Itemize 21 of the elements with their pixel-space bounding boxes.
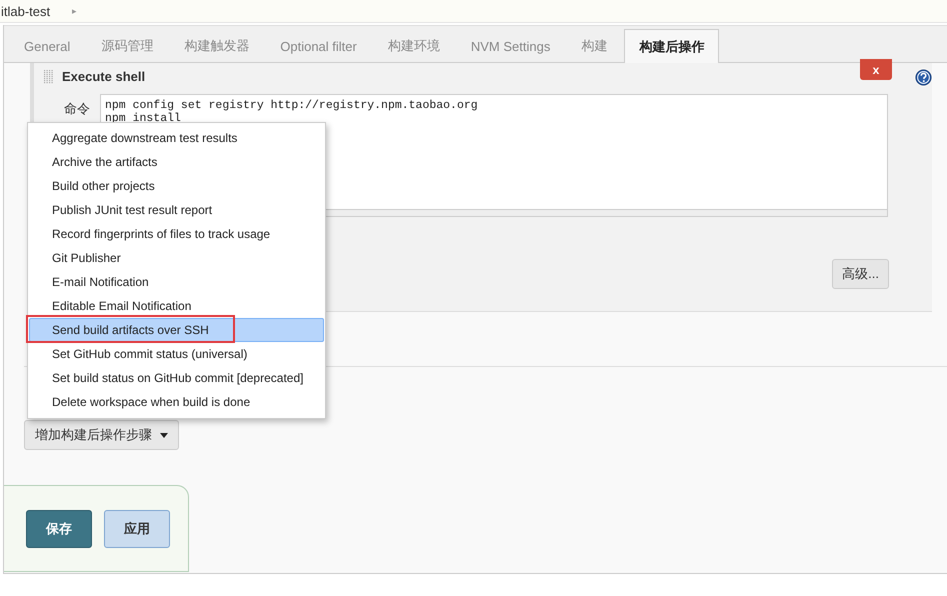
advanced-button[interactable]: 高级...	[832, 259, 889, 289]
command-label: 命令	[63, 100, 90, 118]
menu-item[interactable]: E-mail Notification	[29, 270, 324, 294]
menu-item[interactable]: Send build artifacts over SSH	[29, 318, 324, 342]
drag-handle-icon[interactable]	[44, 70, 54, 84]
step-title: Execute shell	[62, 69, 146, 84]
help-icon[interactable]	[915, 69, 932, 86]
menu-item[interactable]: Git Publisher	[29, 246, 324, 270]
menu-item[interactable]: Set build status on GitHub commit [deprecated]	[29, 366, 324, 390]
tab[interactable]: 构建后操作	[624, 29, 720, 63]
caret-icon	[160, 432, 168, 438]
menu-item[interactable]: Delete workspace when build is done	[29, 390, 324, 414]
menu-item[interactable]: Editable Email Notification	[29, 294, 324, 318]
delete-button[interactable]: x	[860, 59, 892, 80]
menu-item[interactable]: Set GitHub commit status (universal)	[29, 342, 324, 366]
menu-item[interactable]: Record fingerprints of files to track usage	[29, 222, 324, 246]
breadcrumb-item[interactable]: itlab-test	[1, 4, 50, 18]
save-button[interactable]: 保存	[26, 510, 92, 548]
apply-button[interactable]: 应用	[104, 510, 170, 548]
breadcrumb-separator: ▸	[72, 6, 78, 16]
add-post-build-step-button[interactable]: 增加构建后操作步骤	[24, 420, 179, 450]
